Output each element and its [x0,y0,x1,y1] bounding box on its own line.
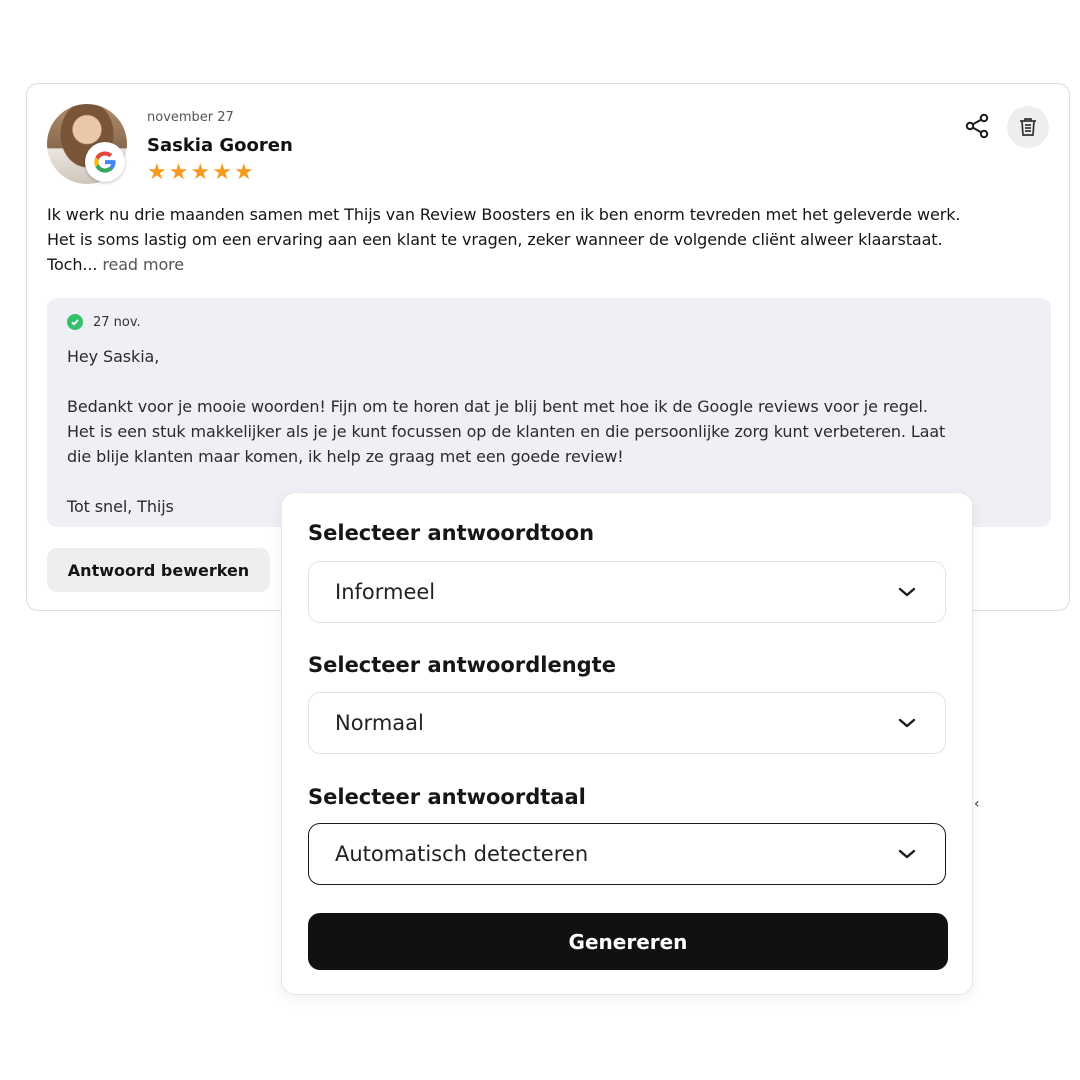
language-label: Selecteer antwoordtaal [308,785,586,809]
review-date: november 27 [147,110,234,125]
generate-button[interactable]: Genereren [308,913,948,970]
reply-line: Bedankt voor je mooie woorden! Fijn om t… [67,397,928,416]
delete-button[interactable] [1007,106,1049,148]
language-select[interactable]: Automatisch detecteren [308,823,946,885]
reply-header: 27 nov. [67,314,141,330]
share-button[interactable] [959,108,995,144]
reply-line: Het is een stuk makkelijker als je je ku… [67,422,946,441]
reply-line [67,469,1037,494]
partial-chevron-icon: ‹ [974,796,980,812]
star-icon: ★ [190,160,211,185]
read-more-link[interactable]: read more [102,255,184,274]
review-text-line: Toch... read more [47,255,185,274]
share-icon [965,113,989,139]
check-icon [67,314,83,330]
language-value: Automatisch detecteren [335,842,589,866]
star-icon: ★ [147,160,167,185]
star-icon: ★ [212,160,232,185]
tone-label: Selecteer antwoordtoon [308,521,595,545]
length-select[interactable]: Normaal [308,692,946,754]
edit-reply-button[interactable]: Antwoord bewerken [47,548,270,592]
star-rating: ★ ★ ★ ★ ★ [147,162,254,184]
google-icon [85,142,125,182]
reply-line: Hey Saskia, [67,347,160,366]
tone-value: Informeel [335,580,436,604]
reply-generator-panel: Selecteer antwoordtoon Informeel Selecte… [281,492,973,995]
reply-line [67,369,1037,394]
star-icon: ★ [233,160,254,185]
reviewer-avatar [47,104,127,184]
reply-date: 27 nov. [93,314,141,330]
chevron-down-icon [898,587,916,597]
review-text-line: Ik werk nu drie maanden samen met Thijs … [47,205,961,224]
trash-icon [1020,118,1036,136]
review-text-line: Het is soms lastig om een ervaring aan e… [47,230,943,249]
length-label: Selecteer antwoordlengte [308,653,616,677]
chevron-down-icon [898,849,916,859]
tone-select[interactable]: Informeel [308,561,946,623]
length-value: Normaal [335,711,424,735]
star-icon: ★ [168,160,189,185]
chevron-down-icon [898,718,916,728]
review-text: Ik werk nu drie maanden samen met Thijs … [47,202,1052,277]
reply-line: die blije klanten maar komen, ik help ze… [67,447,624,466]
reviewer-name: Saskia Gooren [147,135,293,156]
